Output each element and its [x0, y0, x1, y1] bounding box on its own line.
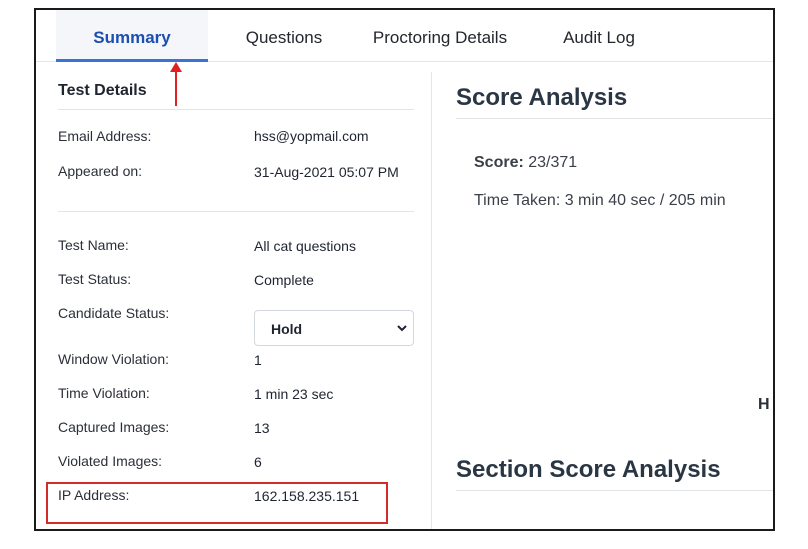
clipped-text: H	[758, 396, 770, 413]
divider	[456, 118, 773, 119]
time-violation-label: Time Violation:	[58, 385, 150, 401]
time-violation-value: 1 min 23 sec	[254, 386, 334, 402]
score-value: 23/371	[523, 154, 578, 171]
screenshot-frame: Summary Questions Proctoring Details Aud…	[34, 8, 775, 531]
ip-address-label: IP Address:	[58, 487, 130, 503]
test-status-value: Complete	[254, 272, 314, 288]
appeared-on-value: 31-Aug-2021 05:07 PM	[254, 164, 399, 180]
divider	[456, 490, 773, 491]
score-label: Score:	[474, 154, 524, 171]
test-status-label: Test Status:	[58, 271, 132, 287]
test-name-label: Test Name:	[58, 237, 129, 253]
chevron-down-icon	[397, 325, 407, 332]
captured-images-value: 13	[254, 420, 270, 436]
captured-images-label: Captured Images:	[58, 419, 170, 435]
divider	[58, 211, 414, 212]
candidate-status-selected: Hold	[271, 321, 303, 337]
tab-bar: Summary Questions Proctoring Details Aud…	[36, 10, 773, 62]
email-label: Email Address:	[58, 128, 152, 144]
tab-proctoring-details-label: Proctoring Details	[372, 28, 508, 47]
tab-audit-log[interactable]: Audit Log	[551, 10, 647, 60]
candidate-status-select[interactable]: Hold	[254, 310, 414, 346]
score-analysis-title: Score Analysis	[456, 84, 628, 111]
score-line: Score: 23/371	[474, 154, 577, 172]
test-details-panel: Test Details Email Address: hss@yopmail.…	[46, 72, 432, 529]
section-score-title: Section Score Analysis	[456, 456, 721, 483]
time-taken: Time Taken: 3 min 40 sec / 205 min	[474, 192, 726, 209]
tab-proctoring-details[interactable]: Proctoring Details	[366, 10, 514, 60]
window-violation-label: Window Violation:	[58, 351, 170, 367]
candidate-status-label: Candidate Status:	[58, 305, 170, 321]
tab-questions[interactable]: Questions	[232, 10, 336, 60]
test-name-value: All cat questions	[254, 238, 356, 254]
email-value: hss@yopmail.com	[254, 128, 369, 144]
active-tab-indicator	[56, 59, 208, 62]
score-panel: Score Analysis Score: 23/371 Time Taken:…	[446, 72, 773, 529]
appeared-on-label: Appeared on:	[58, 163, 143, 179]
tab-summary-label: Summary	[93, 28, 171, 47]
test-details-title: Test Details	[58, 82, 147, 99]
divider	[58, 109, 414, 110]
tab-audit-log-label: Audit Log	[563, 28, 635, 47]
window-violation-value: 1	[254, 352, 262, 368]
tab-summary[interactable]: Summary	[56, 10, 208, 62]
tab-questions-label: Questions	[245, 28, 323, 47]
ip-address-value: 162.158.235.151	[254, 488, 360, 504]
violated-images-value: 6	[254, 454, 262, 470]
violated-images-label: Violated Images:	[58, 453, 163, 469]
